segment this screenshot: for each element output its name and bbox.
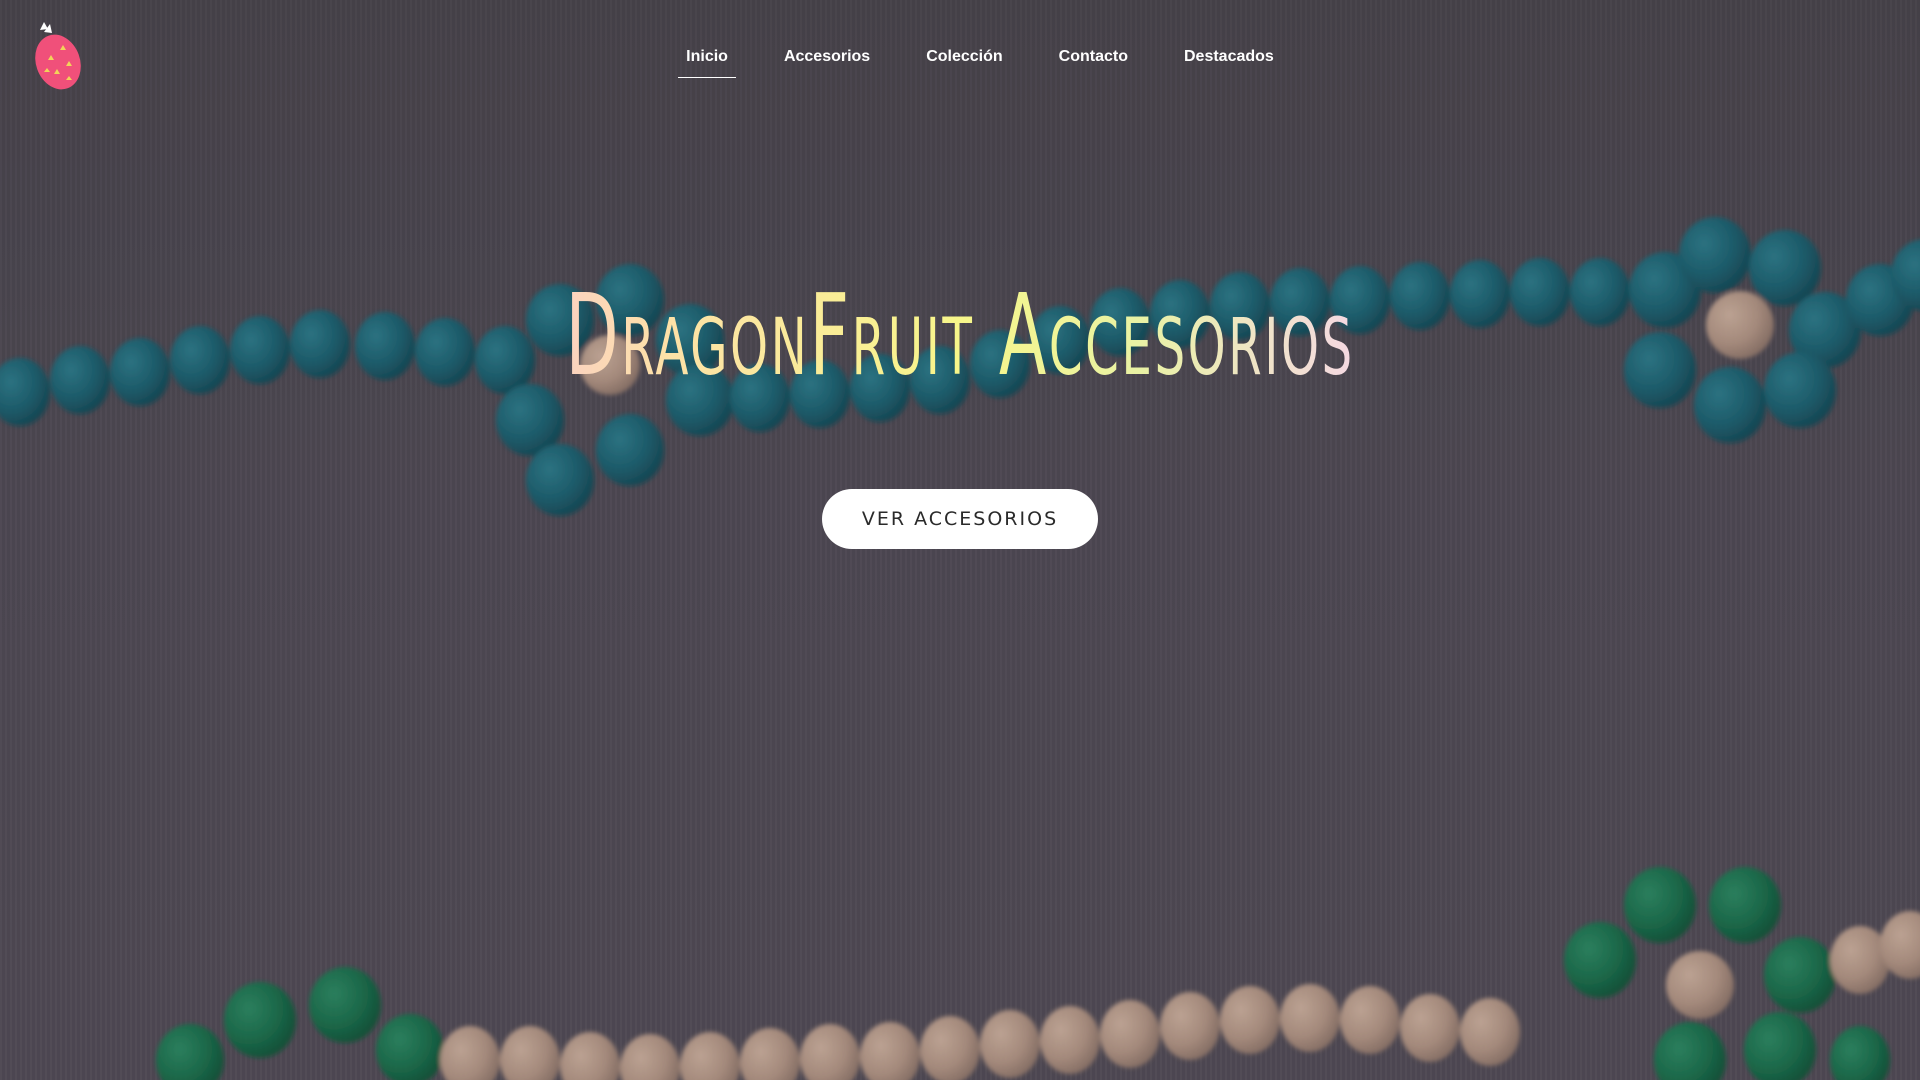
- nav-item-coleccion[interactable]: Colección: [918, 44, 1010, 78]
- nav-item-contacto[interactable]: Contacto: [1051, 44, 1136, 78]
- hero-section: Inicio Accesorios Colección Contacto Des…: [0, 0, 1920, 1080]
- ver-accesorios-button[interactable]: VER ACCESORIOS: [822, 489, 1098, 549]
- nav-item-accesorios[interactable]: Accesorios: [776, 44, 878, 78]
- nav-item-inicio[interactable]: Inicio: [678, 44, 736, 78]
- nav-item-destacados[interactable]: Destacados: [1176, 44, 1282, 78]
- hero-title: DragonFruit Accesorios: [365, 274, 1555, 398]
- main-nav: Inicio Accesorios Colección Contacto Des…: [0, 44, 1920, 78]
